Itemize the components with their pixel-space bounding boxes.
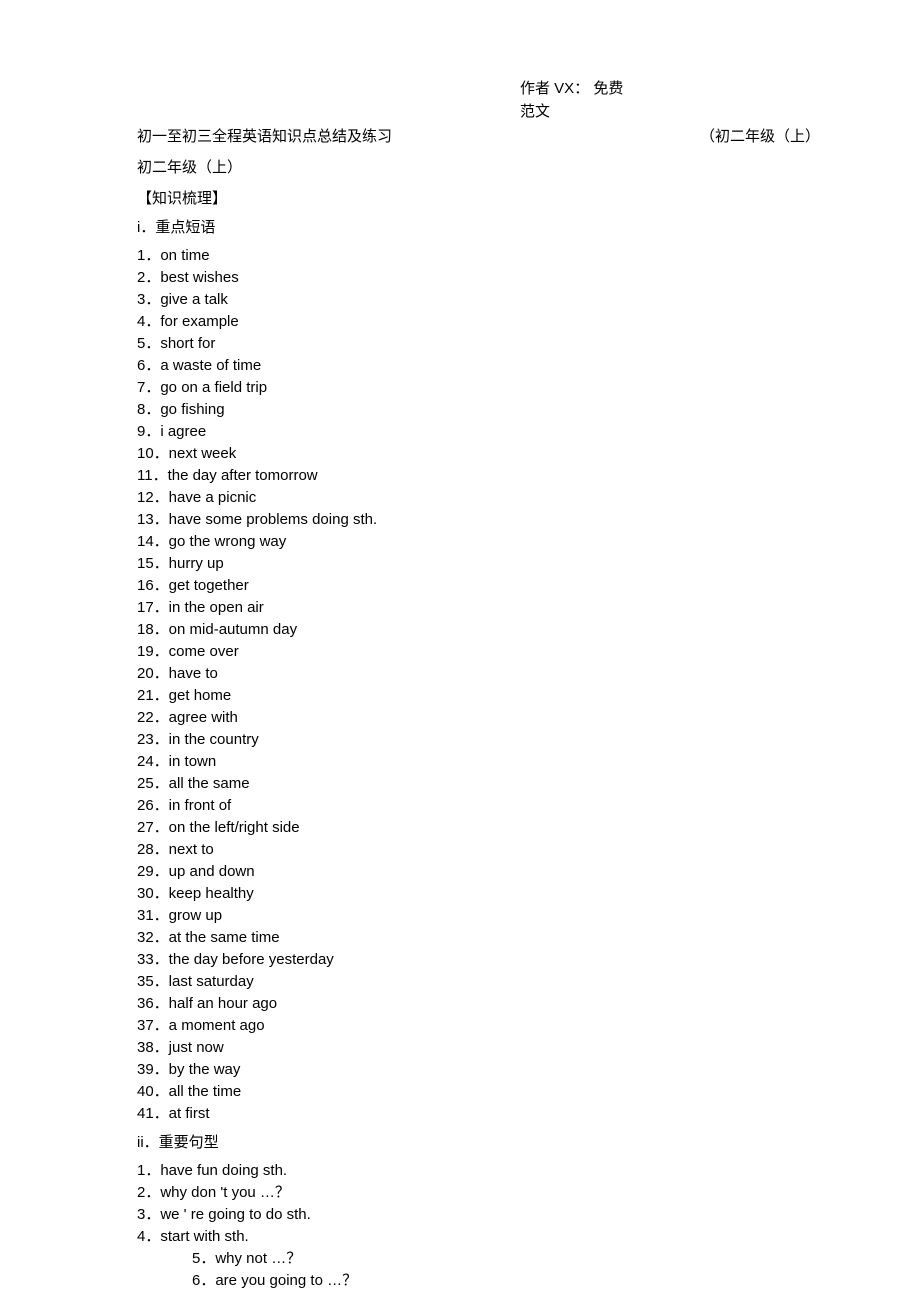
section-ii-label: ii．重要句型 xyxy=(137,1131,830,1152)
title-left: 初一至初三全程英语知识点总结及练习 xyxy=(137,125,392,146)
header-line-1: 作者 VX： 免费 xyxy=(520,78,623,101)
list-item: 23．in the country xyxy=(137,729,830,751)
list-item: 19．come over xyxy=(137,641,830,663)
list-item: 10．next week xyxy=(137,443,830,465)
title-row: 初一至初三全程英语知识点总结及练习 （初二年级（上） xyxy=(137,125,830,146)
list-item: 1．on time xyxy=(137,245,830,267)
list-item: 18．on mid-autumn day xyxy=(137,619,830,641)
header-author-block: 作者 VX： 免费 范文 xyxy=(520,78,623,123)
list-item: 38．just now xyxy=(137,1037,830,1059)
list-item: 3．give a talk xyxy=(137,289,830,311)
list-item: 31．grow up xyxy=(137,905,830,927)
subtitle: 初二年级（上） xyxy=(137,156,830,177)
section-outline-header: 【知识梳理】 xyxy=(137,187,830,208)
list-item: 13．have some problems doing sth. xyxy=(137,509,830,531)
list-item: 28．next to xyxy=(137,839,830,861)
list-item: 2．best wishes xyxy=(137,267,830,289)
list-item: 5．why not …？ xyxy=(137,1248,830,1270)
list-item: 20．have to xyxy=(137,663,830,685)
list-item: 6．a waste of time xyxy=(137,355,830,377)
list-item: 36．half an hour ago xyxy=(137,993,830,1015)
list-item: 32．at the same time xyxy=(137,927,830,949)
list-item: 22．agree with xyxy=(137,707,830,729)
list-item: 11．the day after tomorrow xyxy=(137,465,830,487)
list-item: 41．at first xyxy=(137,1103,830,1125)
list-item: 5．short for xyxy=(137,333,830,355)
list-item: 4．start with sth. xyxy=(137,1226,830,1248)
list-item: 33．the day before yesterday xyxy=(137,949,830,971)
section-ii-list: 1．have fun doing sth. 2．why don 't you …… xyxy=(137,1160,830,1292)
list-item: 37．a moment ago xyxy=(137,1015,830,1037)
list-item: 6．are you going to …？ xyxy=(137,1270,830,1292)
list-item: 21．get home xyxy=(137,685,830,707)
list-item: 29．up and down xyxy=(137,861,830,883)
list-item: 12．have a picnic xyxy=(137,487,830,509)
list-item: 39．by the way xyxy=(137,1059,830,1081)
list-item: 2．why don 't you …？ xyxy=(137,1182,830,1204)
header-line-2: 范文 xyxy=(520,101,623,124)
list-item: 15．hurry up xyxy=(137,553,830,575)
list-item: 35．last saturday xyxy=(137,971,830,993)
list-item: 7．go on a field trip xyxy=(137,377,830,399)
list-item: 26．in front of xyxy=(137,795,830,817)
list-item: 16．get together xyxy=(137,575,830,597)
list-item: 27．on the left/right side xyxy=(137,817,830,839)
list-item: 30．keep healthy xyxy=(137,883,830,905)
section-i-list: 1．on time 2．best wishes 3．give a talk 4．… xyxy=(137,245,830,1125)
list-item: 40．all the time xyxy=(137,1081,830,1103)
section-i-label: i．重点短语 xyxy=(137,216,830,237)
list-item: 1．have fun doing sth. xyxy=(137,1160,830,1182)
list-item: 14．go the wrong way xyxy=(137,531,830,553)
list-item: 9．i agree xyxy=(137,421,830,443)
list-item: 4．for example xyxy=(137,311,830,333)
list-item: 8．go fishing xyxy=(137,399,830,421)
list-item: 17．in the open air xyxy=(137,597,830,619)
title-right: （初二年级（上） xyxy=(700,125,820,146)
list-item: 25．all the same xyxy=(137,773,830,795)
list-item: 3．we ' re going to do sth. xyxy=(137,1204,830,1226)
list-item: 24．in town xyxy=(137,751,830,773)
document-content: 初一至初三全程英语知识点总结及练习 （初二年级（上） 初二年级（上） 【知识梳理… xyxy=(137,125,830,1292)
